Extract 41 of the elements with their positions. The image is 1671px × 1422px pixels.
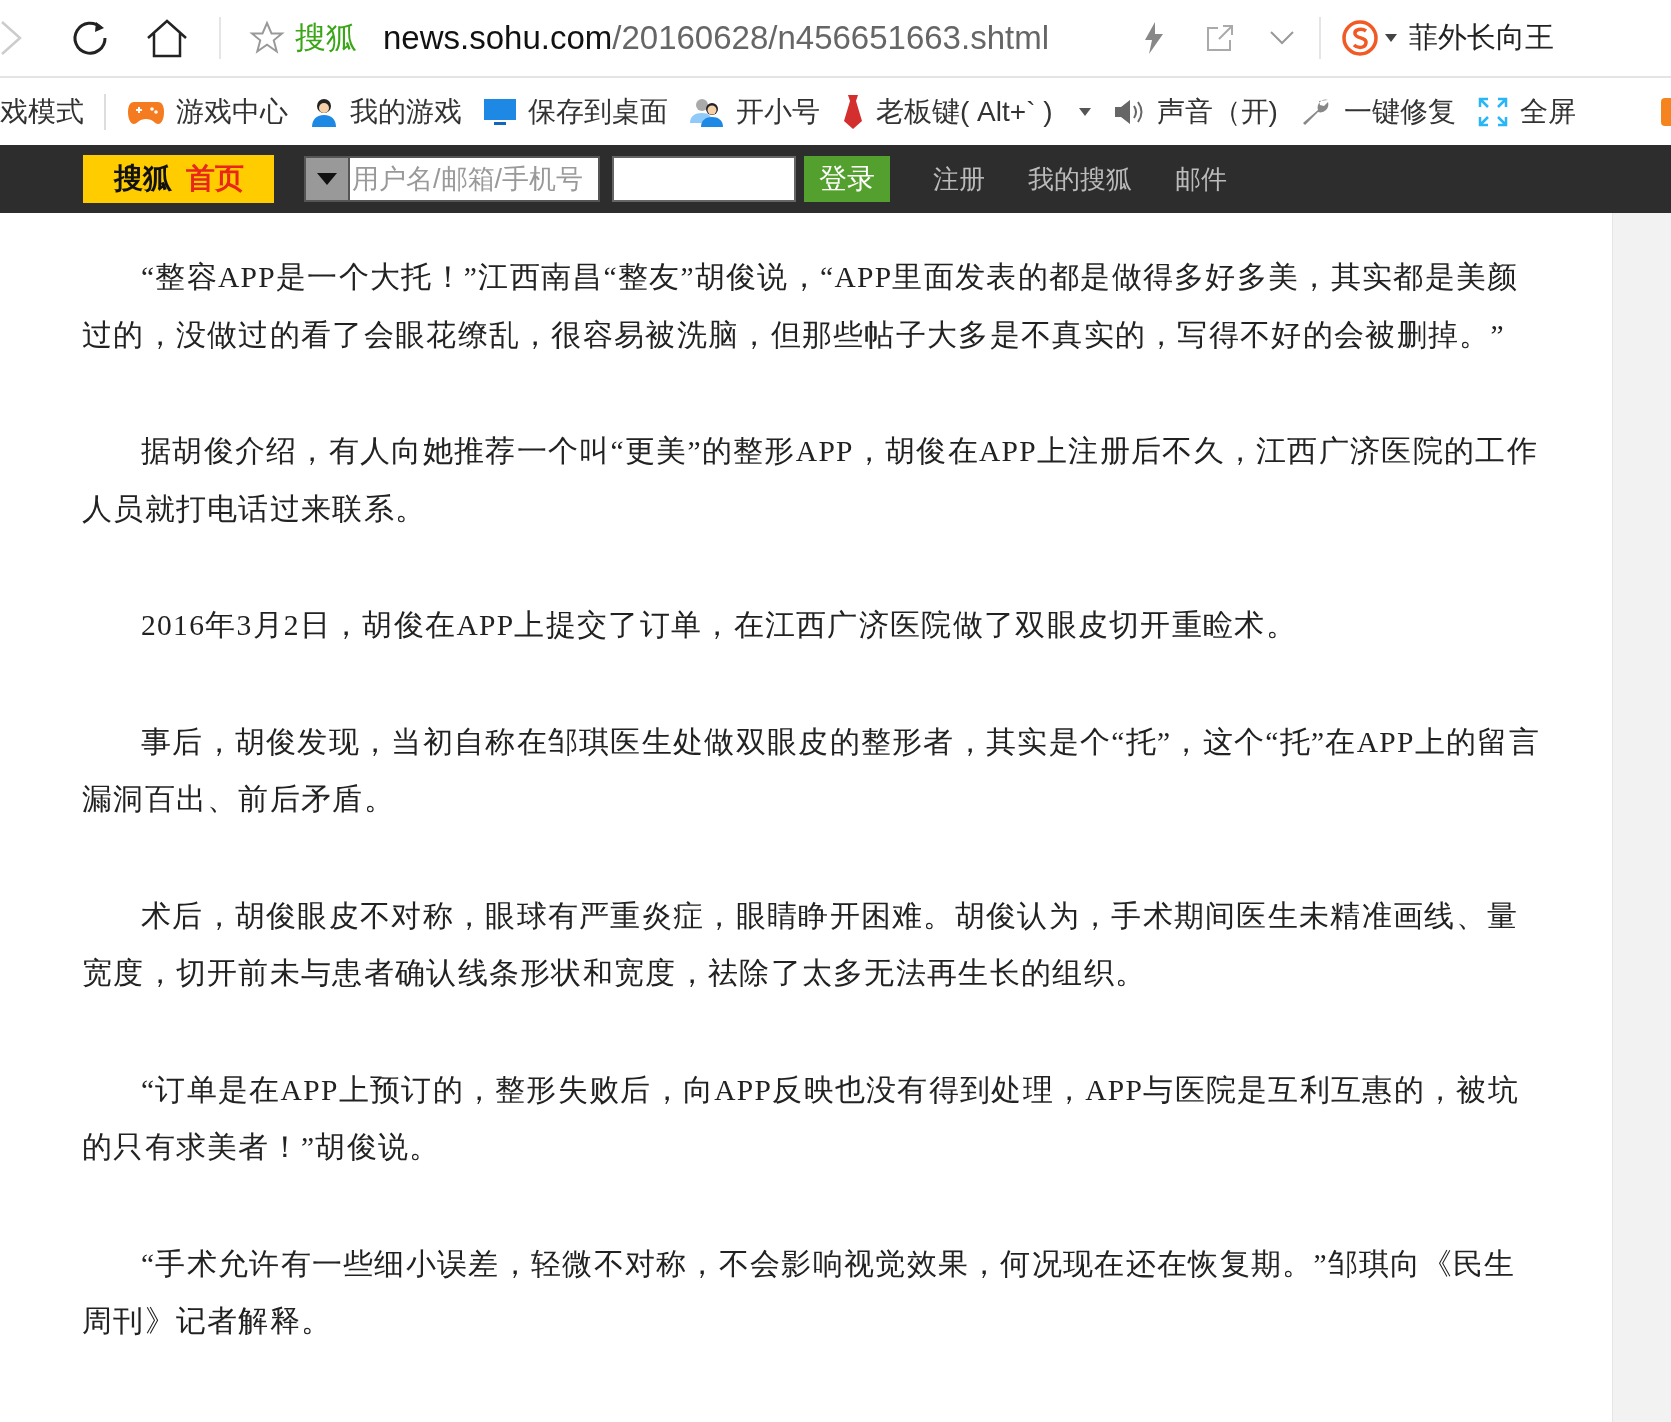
article-paragraph: “整容APP是一个大托！”江西南昌“整友”胡俊说，“APP里面发表的都是做得多好多美，其实都是美颜过的，没做过的看了会眼花缭乱，很容易被洗脑，但那些帖子大多是不真实的，写得不好的会被删掉。” <box>82 260 1520 353</box>
toolbar-item[interactable]: 戏模式 <box>0 90 84 133</box>
top-bar-link[interactable]: 注册 <box>933 159 985 199</box>
star-icon[interactable] <box>249 20 285 56</box>
top-bar-link[interactable]: 邮件 <box>1175 159 1227 199</box>
speaker-icon <box>1112 97 1145 126</box>
share-icon[interactable] <box>1205 23 1235 53</box>
caret-icon <box>317 173 337 185</box>
toolbar-item[interactable]: 一键修复 <box>1343 90 1456 133</box>
article-paragraph: “手术允许有一些细小误差，轻微不对称，不会影响视觉效果，何况现在还在恢复期。”邹琪向《民生周刊》记者解释。 <box>82 1246 1517 1339</box>
article-paragraph: “订单是在APP上预订的，整形失败后，向APP反映也没有得到处理，APP与医院是互利互惠的，被坑的只有求美者！”胡俊说。 <box>82 1072 1520 1165</box>
site-label: 搜狐 <box>295 18 357 57</box>
lightning-icon[interactable] <box>1143 22 1165 54</box>
news-ticker[interactable]: 菲外长向王 <box>1409 16 1554 60</box>
toolbar-item[interactable]: 声音（开) <box>1156 90 1278 133</box>
caret-icon[interactable] <box>1078 107 1091 116</box>
users-icon <box>690 96 724 127</box>
dropdown-button[interactable] <box>306 158 348 200</box>
caret-icon[interactable] <box>1385 34 1397 42</box>
home-icon[interactable] <box>145 18 189 58</box>
toolbar-item[interactable]: 开小号 <box>736 90 820 133</box>
fullscreen-icon <box>1477 96 1508 127</box>
search-engine-logo-icon[interactable] <box>1341 19 1379 57</box>
toolbar-item[interactable]: 全屏 <box>1519 90 1576 133</box>
article-paragraph: 事后，胡俊发现，当初自称在邹琪医生处做双眼皮的整形者，其实是个“托”，这个“托”在APP上的留言漏洞百出、前后矛盾。 <box>82 724 1541 817</box>
toolbar-item[interactable]: 保存到桌面 <box>528 90 668 133</box>
necktie-icon <box>842 94 864 129</box>
username-field[interactable]: 用户名/邮箱/手机号 <box>348 158 598 200</box>
toolbar-item[interactable]: 我的游戏 <box>350 90 462 133</box>
url-field[interactable]: news.sohu.com/20160628/n456651663.shtml <box>383 13 1143 63</box>
top-bar-link[interactable]: 我的搜狐 <box>1028 159 1132 199</box>
password-field[interactable] <box>612 156 796 202</box>
sohu-home-logo[interactable]: 搜狐 首页 <box>83 155 274 203</box>
toolbar-item[interactable]: 游戏中心 <box>176 90 288 133</box>
article-paragraph: 2016年3月2日，胡俊在APP上提交了订单，在江西广济医院做了双眼皮切开重睑术。 <box>140 608 1298 643</box>
user-icon <box>310 96 338 127</box>
article-paragraph: 术后，胡俊眼皮不对称，眼球有严重炎症，眼睛睁开困难。胡俊认为，手术期间医生未精准画线、量宽度，切开前未与患者确认线条形状和宽度，祛除了太多无法再生长的组织。 <box>82 898 1520 991</box>
toolbar-item[interactable]: 老板键( Alt+` ) <box>876 90 1053 133</box>
monitor-icon <box>484 96 516 127</box>
article-paragraph: 据胡俊介绍，有人向她推荐一个叫“更美”的整形APP，胡俊在APP上注册后不久，江西广济医院的工作人员就打电话过来联系。 <box>82 434 1539 527</box>
chevron-down-icon[interactable] <box>1269 30 1295 46</box>
